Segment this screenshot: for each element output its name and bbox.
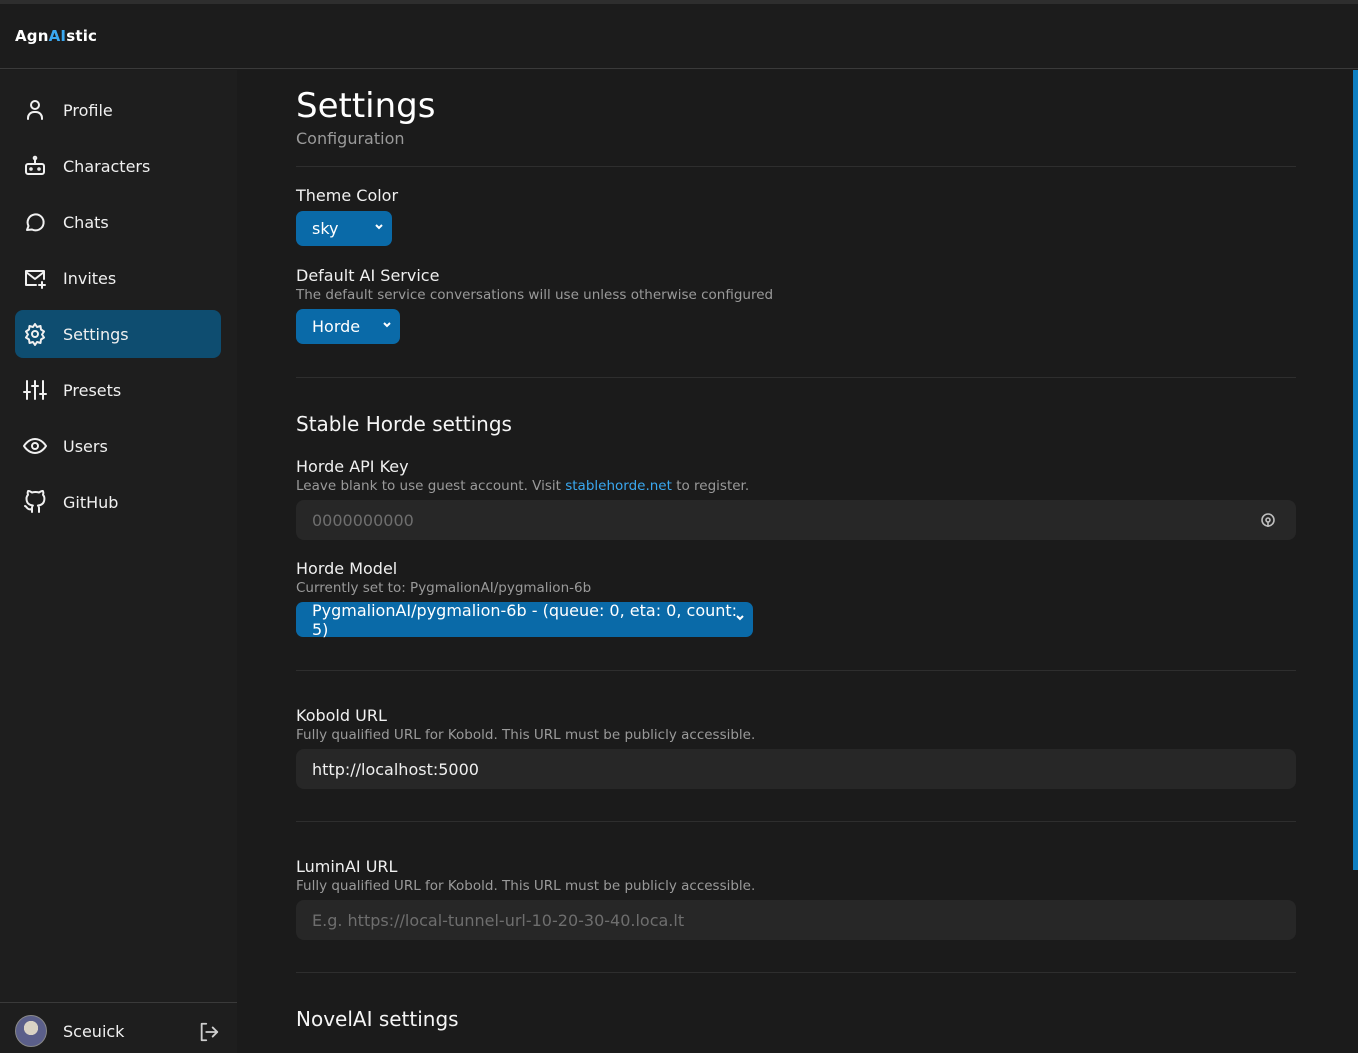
horde-api-key-input[interactable]: 0000000000 bbox=[296, 500, 1296, 540]
chevron-down-icon bbox=[375, 224, 383, 230]
divider bbox=[296, 166, 1296, 167]
top-header: AgnAIstic bbox=[0, 4, 1358, 69]
novelai-section-title: NovelAI settings bbox=[296, 1007, 459, 1031]
chevron-down-icon bbox=[383, 322, 391, 328]
kobold-url-input[interactable]: http://localhost:5000 bbox=[296, 749, 1296, 789]
sidebar: Profile Characters Chats Invites Setting… bbox=[0, 70, 237, 1053]
default-service-select[interactable]: Horde bbox=[296, 309, 400, 344]
horde-section-title: Stable Horde settings bbox=[296, 412, 512, 436]
stablehorde-link[interactable]: stablehorde.net bbox=[565, 478, 672, 494]
avatar[interactable] bbox=[15, 1015, 47, 1047]
horde-api-key-label: Horde API Key bbox=[296, 457, 409, 476]
app-logo[interactable]: AgnAIstic bbox=[15, 27, 97, 45]
gear-icon bbox=[23, 322, 47, 346]
luminai-url-placeholder: E.g. https://local-tunnel-url-10-20-30-4… bbox=[312, 910, 685, 930]
mail-plus-icon bbox=[23, 266, 47, 290]
sidebar-item-invites[interactable]: Invites bbox=[15, 254, 221, 302]
logout-icon[interactable] bbox=[198, 1021, 220, 1043]
page-title: Settings bbox=[296, 86, 436, 126]
sidebar-item-label: Settings bbox=[63, 324, 129, 344]
sidebar-item-label: Characters bbox=[63, 156, 151, 176]
sidebar-item-label: Presets bbox=[63, 380, 122, 400]
horde-model-select[interactable]: PygmalionAI/pygmalion-6b - (queue: 0, et… bbox=[296, 600, 753, 639]
divider bbox=[296, 972, 1296, 973]
chevron-down-icon bbox=[736, 615, 744, 621]
luminai-url-help: Fully qualified URL for Kobold. This URL… bbox=[296, 878, 756, 894]
luminai-url-input[interactable]: E.g. https://local-tunnel-url-10-20-30-4… bbox=[296, 900, 1296, 940]
theme-color-value: sky bbox=[312, 219, 339, 238]
settings-content: Settings Configuration Theme Color sky D… bbox=[296, 70, 1296, 1053]
luminai-url-label: LuminAI URL bbox=[296, 857, 398, 876]
horde-api-key-placeholder: 0000000000 bbox=[312, 510, 414, 530]
sliders-icon bbox=[23, 378, 47, 402]
horde-model-value: PygmalionAI/pygmalion-6b - (queue: 0, et… bbox=[312, 600, 738, 639]
default-service-label: Default AI Service bbox=[296, 266, 440, 285]
sidebar-item-label: Users bbox=[63, 436, 108, 456]
divider bbox=[296, 821, 1296, 822]
sidebar-item-users[interactable]: Users bbox=[15, 422, 221, 470]
sidebar-item-label: Invites bbox=[63, 268, 117, 288]
default-service-value: Horde bbox=[312, 317, 361, 336]
page-scrollbar[interactable] bbox=[1353, 70, 1358, 870]
eye-icon bbox=[23, 434, 47, 458]
divider bbox=[296, 670, 1296, 671]
sidebar-item-characters[interactable]: Characters bbox=[15, 142, 221, 190]
kobold-url-label: Kobold URL bbox=[296, 706, 387, 725]
sidebar-item-label: Chats bbox=[63, 212, 109, 232]
sidebar-item-settings[interactable]: Settings bbox=[15, 310, 221, 358]
sidebar-item-profile[interactable]: Profile bbox=[15, 86, 221, 134]
kobold-url-value: http://localhost:5000 bbox=[312, 759, 479, 779]
sidebar-item-label: Profile bbox=[63, 100, 113, 120]
sidebar-item-label: GitHub bbox=[63, 492, 119, 512]
theme-color-select[interactable]: sky bbox=[296, 211, 392, 246]
kobold-url-help: Fully qualified URL for Kobold. This URL… bbox=[296, 727, 756, 743]
show-password-icon[interactable] bbox=[1260, 512, 1276, 528]
default-service-help: The default service conversations will u… bbox=[296, 287, 774, 303]
chat-bubble-icon bbox=[23, 210, 47, 234]
bot-icon bbox=[23, 154, 47, 178]
sidebar-item-github[interactable]: GitHub bbox=[15, 478, 221, 526]
sidebar-item-chats[interactable]: Chats bbox=[15, 198, 221, 246]
username: Sceuick bbox=[63, 1022, 125, 1041]
sidebar-item-presets[interactable]: Presets bbox=[15, 366, 221, 414]
horde-api-key-help: Leave blank to use guest account. Visit … bbox=[296, 478, 750, 494]
user-footer: Sceuick bbox=[0, 1002, 237, 1053]
theme-color-label: Theme Color bbox=[296, 186, 399, 205]
page-subtitle: Configuration bbox=[296, 129, 405, 148]
horde-model-label: Horde Model bbox=[296, 559, 398, 578]
user-icon bbox=[23, 98, 47, 122]
horde-model-help: Currently set to: PygmalionAI/pygmalion-… bbox=[296, 580, 592, 596]
github-icon bbox=[23, 490, 47, 514]
divider bbox=[296, 377, 1296, 378]
